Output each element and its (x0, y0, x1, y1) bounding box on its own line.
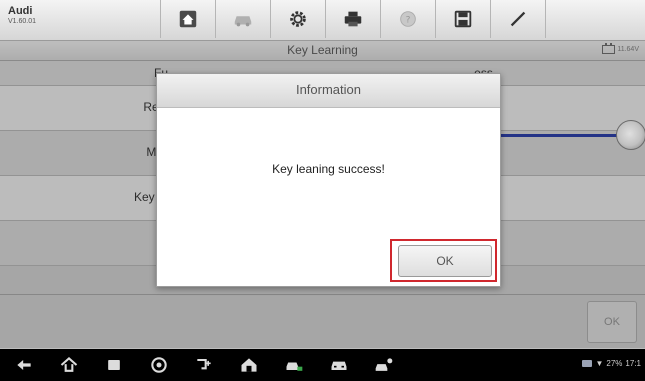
home-icon (179, 10, 197, 28)
dialog-message: Key leaning success! (272, 162, 385, 176)
wifi-icon: ▼ (595, 359, 604, 368)
back-arrow-icon (17, 360, 31, 370)
status-area: ▼ 27% 17:1 (582, 359, 641, 368)
browser-icon (151, 357, 167, 373)
dialog-ok-button[interactable]: OK (398, 245, 492, 277)
save-button[interactable] (436, 0, 491, 38)
service-button[interactable] (325, 349, 353, 381)
home-button[interactable] (160, 0, 216, 38)
car-icon (234, 16, 252, 27)
remote-expert-icon (375, 358, 393, 371)
edit-button[interactable] (491, 0, 546, 38)
home-outline-icon (60, 356, 78, 372)
settings-gear-icon (290, 11, 306, 27)
remote-expert-button[interactable] (370, 349, 398, 381)
print-icon (344, 11, 362, 27)
home-nav-button[interactable] (55, 349, 83, 381)
brand-name: Audi (8, 5, 33, 17)
recent-apps-button[interactable] (100, 349, 128, 381)
garage-home-icon (241, 358, 257, 372)
back-button[interactable] (10, 349, 38, 381)
nav-icons (0, 349, 415, 381)
dialog-title: Information (295, 82, 362, 97)
settings-button[interactable] (271, 0, 326, 38)
app-version: V1.60.01 (8, 18, 37, 25)
notification-icon (582, 360, 593, 367)
battery-level: 27% (606, 359, 623, 368)
brand-block: Audi V1.60.01 (8, 5, 36, 25)
recent-apps-icon (108, 360, 120, 370)
car-service-icon (331, 361, 347, 370)
pen-icon (510, 11, 526, 27)
vci-button[interactable] (190, 349, 218, 381)
vci-connector-icon (197, 358, 211, 370)
system-nav-bar: ▼ 27% 17:1 (0, 349, 645, 381)
clock: 17:1 (625, 359, 641, 368)
help-button[interactable]: ? (381, 0, 436, 38)
vehicle-button[interactable] (216, 0, 271, 38)
svg-text:?: ? (406, 15, 411, 26)
car-diagnostic-icon (286, 362, 303, 371)
toolbar-buttons: ? (160, 0, 546, 40)
save-icon (454, 10, 472, 28)
browser-button[interactable] (145, 349, 173, 381)
help-icon: ? (400, 11, 416, 27)
top-toolbar: Audi V1.60.01 ? (0, 0, 645, 41)
dialog-header: Information (157, 74, 500, 108)
print-button[interactable] (326, 0, 381, 38)
diagnostics-button[interactable] (280, 349, 308, 381)
home-app-button[interactable] (235, 349, 263, 381)
information-dialog: Information Key leaning success! OK (156, 73, 501, 287)
